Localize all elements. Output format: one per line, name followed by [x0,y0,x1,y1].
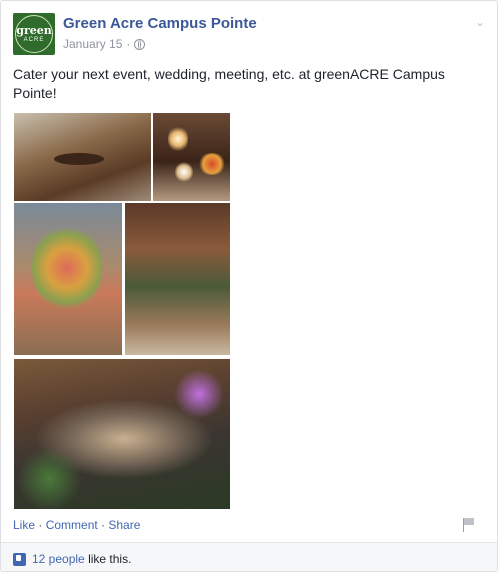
flag-icon[interactable] [463,518,475,532]
like-button[interactable]: Like [13,518,35,532]
chevron-down-icon[interactable]: ⌄ [475,15,485,29]
globe-icon[interactable] [134,38,146,50]
meta-separator: · [126,37,131,51]
action-separator: · [97,518,109,532]
photo-lounge-seating[interactable] [14,113,151,201]
comment-button[interactable]: Comment [46,518,98,532]
logo-text-line1: green [16,24,52,37]
photo-floral-arrangement[interactable] [14,203,122,355]
thumbs-up-icon [13,552,26,566]
photo-dining-hall[interactable] [125,203,230,355]
logo: green ACRE [15,15,53,53]
post-text: Cater your next event, wedding, meeting,… [13,66,445,101]
photo-event-crowd[interactable] [14,359,230,509]
post-actions: Like · Comment · Share [13,518,140,532]
post-header: green ACRE Green Acre Campus Pointe Janu… [13,13,485,55]
page-name-link[interactable]: Green Acre Campus Pointe [63,15,257,32]
likes-bar: 12 people like this. [1,542,497,571]
photo-candles-flowers[interactable] [153,113,230,201]
logo-text-line2: ACRE [23,37,45,43]
post-meta: January 15 · [63,37,146,51]
likes-count-link[interactable]: 12 people [32,552,85,566]
likes-summary: 12 people like this. [13,552,131,566]
post-date[interactable]: January 15 [63,37,122,51]
share-button[interactable]: Share [108,518,140,532]
avatar[interactable]: green ACRE [13,13,55,55]
action-separator: · [35,518,46,532]
likes-suffix: like this. [88,552,132,566]
post-card: green ACRE Green Acre Campus Pointe Janu… [0,0,498,572]
photo-grid [14,113,230,509]
